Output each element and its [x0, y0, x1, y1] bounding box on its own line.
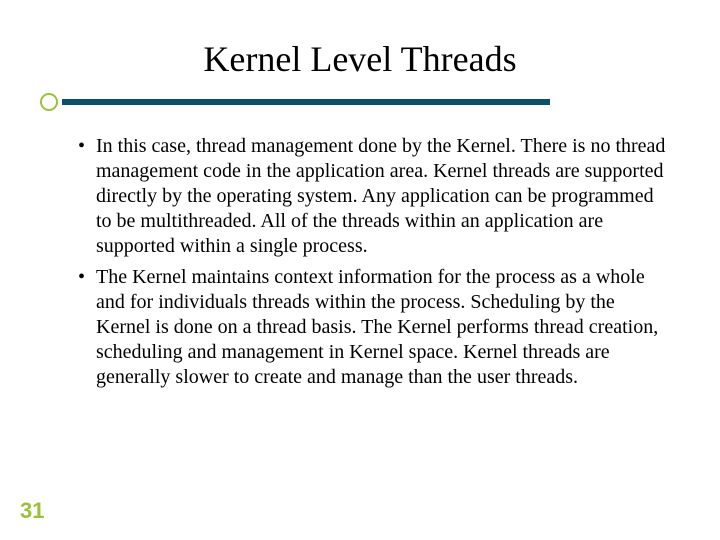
- list-item: In this case, thread management done by …: [78, 134, 670, 259]
- title-area: Kernel Level Threads: [0, 0, 720, 80]
- slide: Kernel Level Threads In this case, threa…: [0, 0, 720, 540]
- list-item: The Kernel maintains context information…: [78, 265, 670, 390]
- underline-bar: [62, 99, 550, 105]
- body-area: In this case, thread management done by …: [0, 112, 720, 390]
- page-number: 31: [20, 498, 44, 524]
- title-underline: [40, 92, 680, 112]
- bullet-circle-icon: [40, 93, 58, 111]
- bullet-list: In this case, thread management done by …: [78, 134, 670, 390]
- slide-title: Kernel Level Threads: [40, 40, 680, 80]
